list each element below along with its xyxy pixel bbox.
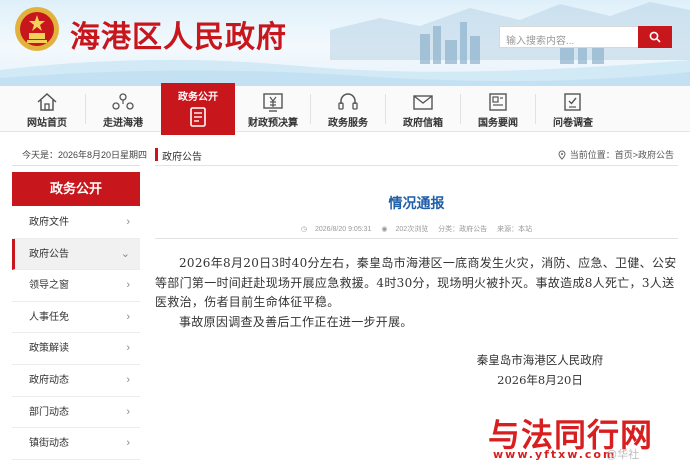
chevron-right-icon: ›	[126, 216, 130, 228]
search-button[interactable]	[638, 26, 672, 48]
location-pin-icon	[558, 149, 566, 160]
chevron-right-icon: ›	[126, 279, 130, 292]
sidebar-item-label: 政府公告	[29, 248, 69, 260]
national-emblem-logo	[15, 7, 59, 51]
nav-item-news[interactable]: 国务要闻	[461, 86, 535, 132]
chevron-right-icon: ›	[126, 310, 130, 323]
sidebar-heading: 政务公开	[12, 172, 140, 206]
sidebar-item-leaders[interactable]: 领导之窗 ›	[12, 270, 140, 302]
clock-icon: ◷	[300, 226, 307, 233]
sidebar-item-town-news[interactable]: 镇街动态 ›	[12, 428, 140, 460]
chevron-right-icon: ›	[126, 373, 130, 386]
document-icon	[190, 107, 206, 127]
nav-label: 政务公开	[178, 92, 218, 103]
nav-item-budget[interactable]: 财政预决算	[236, 86, 310, 132]
people-icon	[112, 93, 134, 110]
location-text[interactable]: 当前位置：首页>政府公告	[570, 148, 674, 161]
sidebar-item-label: 部门动态	[29, 406, 69, 418]
current-location: 当前位置：首页>政府公告	[557, 148, 674, 161]
article-title: 情况通报	[388, 195, 445, 211]
header-banner: 海港区人民政府 输入搜索内容...	[0, 0, 690, 86]
article-paragraph: 2026年8月20日3时40分左右，秦皇岛市海港区一底商发生火灾，消防、应急、卫…	[155, 256, 677, 309]
section-marker	[155, 148, 158, 161]
nav-item-services[interactable]: 政务服务	[311, 86, 385, 132]
chevron-right-icon: ›	[126, 437, 130, 450]
article-meta: ◷ 2026/8/20 9:05:31 ◉ 202次浏览 分类：政府公告 来源：本站	[155, 224, 678, 234]
sidebar-item-label: 政策解读	[29, 343, 69, 355]
nav-label: 国务要闻	[478, 118, 518, 129]
article-paragraph: 事故原因调查及善后工作正在进一步开展。	[179, 314, 413, 329]
sidebar-item-dept-news[interactable]: 部门动态 ›	[12, 396, 140, 429]
article-source: 来源：本站	[497, 226, 533, 233]
sidebar-menu: 政府文件 › 政府公告 ⌄ 领导之窗 › 人事任免 › 政策解读 › 政府动态 › 部门动态…	[12, 207, 140, 460]
publish-date: 2026/8/20 9:05:31	[315, 226, 372, 233]
nav-label: 财政预决算	[248, 118, 298, 129]
signing-organization: 秦皇岛市海港区人民政府	[476, 353, 604, 367]
headset-icon	[338, 93, 358, 110]
mail-icon	[413, 95, 433, 110]
sidebar-item-label: 政府文件	[29, 217, 69, 228]
nav-item-gov-affairs[interactable]: 政务公开	[161, 83, 235, 135]
article-signature: 秦皇岛市海港区人民政府 2026年8月20日	[440, 350, 640, 390]
watermark-weibo: @华社	[606, 449, 640, 461]
yuan-chart-icon	[263, 93, 283, 112]
nav-label: 问卷调查	[553, 118, 593, 129]
sidebar-item-label: 人事任免	[29, 311, 69, 323]
eye-icon: ◉	[381, 226, 388, 233]
chevron-right-icon: ›	[126, 405, 130, 418]
section-title: 政府公告	[162, 152, 202, 163]
breadcrumb: 政府公告 当前位置：首页>政府公告	[155, 144, 678, 166]
signing-date: 2026年8月20日	[497, 373, 583, 387]
home-icon	[37, 92, 57, 111]
nav-item-mailbox[interactable]: 政府信箱	[386, 86, 460, 132]
news-icon	[489, 93, 507, 111]
sidebar-item-policy-interpretation[interactable]: 政策解读 ›	[12, 333, 140, 365]
site-title: 海港区人民政府	[70, 20, 287, 55]
search-icon	[649, 31, 661, 43]
sidebar-divider	[12, 165, 140, 166]
nav-item-home[interactable]: 网站首页	[10, 86, 84, 132]
chevron-right-icon: ›	[126, 342, 130, 355]
article-category: 分类：政府公告	[438, 226, 488, 233]
main-nav: 网站首页 走进海港 政务公开 财政预决算 政务服务 政府信箱 国务要闻 问卷调查	[0, 83, 690, 135]
sidebar-item-gov-documents[interactable]: 政府文件 ›	[12, 207, 140, 239]
survey-icon	[564, 93, 581, 111]
sidebar-item-gov-announcements[interactable]: 政府公告 ⌄	[12, 238, 140, 271]
sidebar-item-gov-news[interactable]: 政府动态 ›	[12, 364, 140, 397]
sidebar-item-label: 政府动态	[29, 374, 69, 386]
nav-label: 政府信箱	[403, 118, 443, 129]
article-body: 2026年8月20日3时40分左右，秦皇岛市海港区一底商发生火灾，消防、应急、卫…	[155, 254, 678, 332]
article-divider	[155, 238, 678, 239]
nav-item-about[interactable]: 走进海港	[86, 86, 160, 132]
nav-label: 政务服务	[328, 118, 368, 129]
sidebar-item-appointments[interactable]: 人事任免 ›	[12, 301, 140, 334]
search-input[interactable]: 输入搜索内容...	[499, 26, 639, 48]
sidebar-item-label: 领导之窗	[29, 280, 69, 292]
nav-label: 走进海港	[103, 118, 143, 129]
sidebar-item-label: 镇街动态	[29, 438, 69, 450]
nav-label: 网站首页	[27, 118, 67, 129]
view-count: 202次浏览	[395, 226, 429, 233]
chevron-down-icon: ⌄	[120, 247, 130, 260]
watermark-url: www.yftxw.com	[493, 448, 617, 461]
current-date: 今天是：2026年8月20日星期四	[22, 150, 148, 160]
nav-item-survey[interactable]: 问卷调查	[536, 86, 610, 132]
